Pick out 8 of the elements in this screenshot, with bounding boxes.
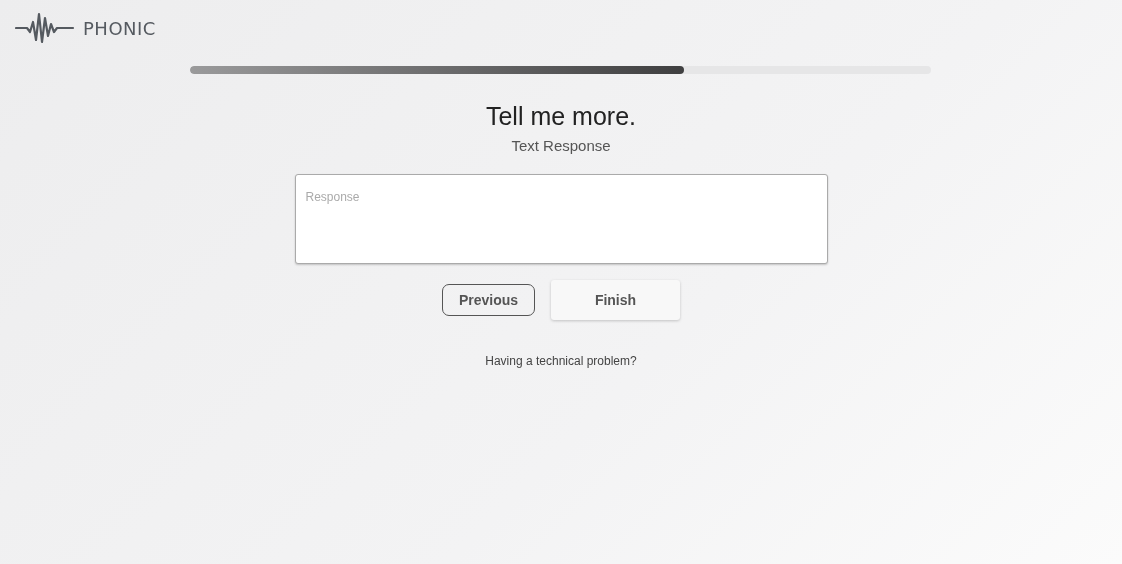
- response-field[interactable]: Response: [294, 174, 828, 264]
- question-type: Text Response: [511, 137, 611, 154]
- previous-button[interactable]: Previous: [442, 284, 535, 316]
- help-link[interactable]: Having a technical problem?: [485, 354, 637, 368]
- brand-name: PHONIC: [83, 17, 156, 39]
- question-title: Tell me more.: [485, 102, 636, 131]
- finish-button[interactable]: Finish: [551, 280, 680, 320]
- waveform-logo-icon: [15, 10, 75, 46]
